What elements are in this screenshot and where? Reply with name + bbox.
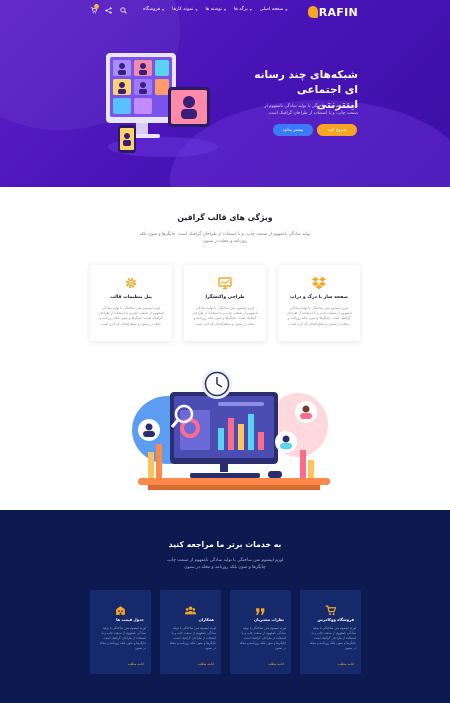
search-icon[interactable] xyxy=(119,6,127,14)
menu-item-portfolio[interactable]: نمونه کارها ▾ xyxy=(172,7,197,12)
feature-card: پنل تنظیمات قالب لورم ایپسوم متن ساختگی … xyxy=(90,265,172,341)
cart-icon xyxy=(325,601,337,616)
gear-icon xyxy=(124,275,138,289)
hero-description: لورم ایپسوم متن ساختگی با تولید سادگی نا… xyxy=(264,104,358,116)
menu-item-shop[interactable]: فروشگاه ▾ xyxy=(143,7,164,12)
cart-count-badge: 0 xyxy=(94,4,99,9)
read-more-link[interactable]: ادامه مطلب xyxy=(338,662,354,666)
menu-item-label: فروشگاه xyxy=(143,7,161,12)
menu-item-home[interactable]: صفحه اصلی ▾ xyxy=(260,7,288,12)
service-card: فروشگاه ووکامرس لورم ایپسوم متن ساختگی ب… xyxy=(300,590,361,674)
features-subtitle: تولید سادگی نامفهوم از صنعت چاپ، و با اس… xyxy=(139,232,311,244)
service-card-text: لورم ایپسوم متن ساختگی با تولید سادگی نا… xyxy=(239,626,286,650)
dropbox-icon xyxy=(312,275,326,290)
menu-item-label: نوشته ها xyxy=(205,7,222,12)
main-menu: صفحه اصلی ▾ برگه ها ▾ نوشته ها ▾ نمونه کاره… xyxy=(143,7,287,12)
services-subtitle: لورم ایپسوم متن ساختگی با تولید سادگی نا… xyxy=(166,558,284,570)
users-icon xyxy=(185,601,196,615)
chevron-down-icon: ▾ xyxy=(195,7,198,12)
chevron-down-icon: ▾ xyxy=(249,7,252,12)
start-button[interactable]: شروع کنید xyxy=(317,124,357,136)
menu-item-label: نمونه کارها xyxy=(172,7,194,12)
feature-card: طراحی واکنشگرا لورم ایپسوم متن ساختگی با… xyxy=(184,265,266,341)
services-section: به خدمات برتر ما مراجعه کنید لورم ایپسوم… xyxy=(0,510,450,703)
logo-text: RAFIN xyxy=(318,5,358,19)
service-card-title: جدول قیمت ها xyxy=(116,617,144,622)
building-icon xyxy=(115,601,126,615)
hero-section: RAFIN صفحه اصلی ▾ برگه ها ▾ نوشته ها ▾ نمون… xyxy=(0,0,450,187)
quote-icon xyxy=(255,601,266,615)
feature-card-title: پنل تنظیمات قالب xyxy=(110,295,152,300)
read-more-link[interactable]: ادامه مطلب xyxy=(128,662,144,666)
learn-more-button[interactable]: بیشتر بدانید xyxy=(273,124,313,136)
menu-item-pages[interactable]: برگه ها ▾ xyxy=(234,7,252,12)
hero-illustration xyxy=(98,47,228,162)
chevron-down-icon: ▾ xyxy=(162,7,165,12)
analytics-illustration xyxy=(128,369,340,498)
logo-mark-icon xyxy=(307,6,318,18)
service-card-text: لورم ایپسوم متن ساختگی با تولید سادگی نا… xyxy=(99,626,146,650)
feature-card-text: لورم ایپسوم متن ساختگی با تولید سادگی نا… xyxy=(192,306,258,326)
nav-icons: 0 xyxy=(89,4,127,14)
site-logo[interactable]: RAFIN xyxy=(307,4,358,20)
service-card-title: همکاران xyxy=(198,617,214,622)
service-card-title: نظرات مشتریان xyxy=(253,617,284,622)
service-card-text: لورم ایپسوم متن ساختگی با تولید سادگی نا… xyxy=(169,626,216,650)
feature-card-title: طراحی واکنشگرا xyxy=(205,295,245,300)
feature-card-text: لورم ایپسوم متن ساختگی با تولید سادگی نا… xyxy=(286,306,352,326)
read-more-link[interactable]: ادامه مطلب xyxy=(268,662,284,666)
menu-item-label: صفحه اصلی xyxy=(259,7,284,12)
features-section: ویژگی های قالب گرافین تولید سادگی نامفهو… xyxy=(0,187,450,510)
read-more-link[interactable]: ادامه مطلب xyxy=(198,662,214,666)
feature-card-title: صفحه ساز با درگ و دراپ xyxy=(290,295,348,300)
service-card-title: فروشگاه ووکامرس xyxy=(317,617,354,622)
features-title: ویژگی های قالب گرافین xyxy=(177,213,273,222)
chevron-down-icon: ▾ xyxy=(285,7,288,12)
monitor-icon xyxy=(218,275,232,290)
service-card: همکاران لورم ایپسوم متن ساختگی با تولید … xyxy=(160,590,221,674)
service-card-text: لورم ایپسوم متن ساختگی با تولید سادگی نا… xyxy=(309,626,356,650)
share-icon[interactable] xyxy=(104,6,112,14)
chevron-down-icon: ▾ xyxy=(223,7,226,12)
cart-icon[interactable]: 0 xyxy=(89,4,99,14)
main-navbar: RAFIN صفحه اصلی ▾ برگه ها ▾ نوشته ها ▾ نمون… xyxy=(0,0,450,24)
feature-card-text: لورم ایپسوم متن ساختگی با تولید سادگی نا… xyxy=(98,306,164,326)
menu-item-posts[interactable]: نوشته ها ▾ xyxy=(205,7,226,12)
feature-card: صفحه ساز با درگ و دراپ لورم ایپسوم متن س… xyxy=(278,265,360,341)
services-title: به خدمات برتر ما مراجعه کنید xyxy=(168,540,282,549)
service-card: جدول قیمت ها لورم ایپسوم متن ساختگی با ت… xyxy=(90,590,151,674)
service-card: نظرات مشتریان لورم ایپسوم متن ساختگی با … xyxy=(230,590,291,674)
menu-item-label: برگه ها xyxy=(233,7,248,12)
